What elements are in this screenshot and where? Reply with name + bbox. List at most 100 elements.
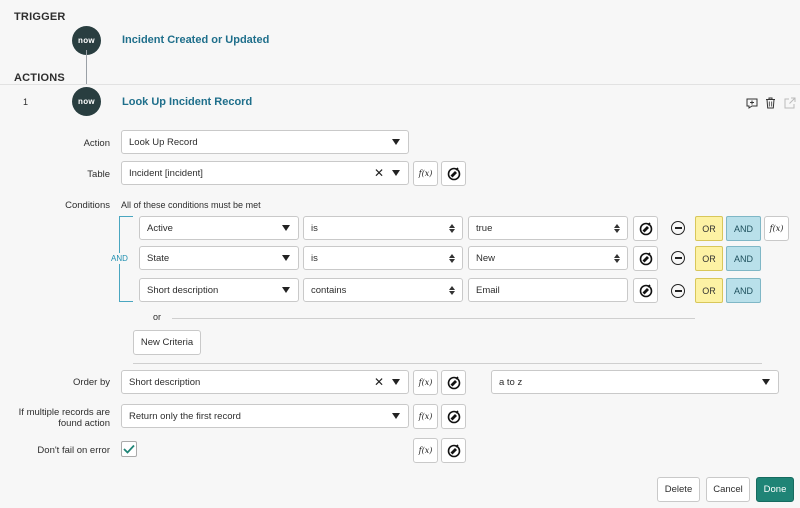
condition-data-pill-button[interactable] [633,246,658,271]
and-button[interactable]: AND [726,216,761,241]
multiple-records-value: Return only the first record [129,410,241,422]
servicenow-logo-icon: now [72,87,101,116]
chevron-down-icon [762,379,770,385]
table-label: Table [87,169,110,180]
or-button[interactable]: OR [695,216,723,241]
sort-direction-select[interactable]: a to z [491,370,779,394]
multiple-records-select[interactable]: Return only the first record [121,404,409,428]
condition-value-value: true [476,222,493,234]
condition-operator-select[interactable]: is [303,216,463,240]
chevron-down-icon [392,413,400,419]
new-criteria-button[interactable]: New Criteria [133,330,201,355]
condition-field-select[interactable]: State [139,246,299,270]
checkmark-icon [123,444,135,454]
add-comment-icon[interactable] [745,97,758,109]
or-button[interactable]: OR [695,246,723,271]
order-by-value: Short description [129,376,201,388]
dont-fail-data-pill-button[interactable] [441,438,466,463]
cancel-button[interactable]: Cancel [706,477,750,502]
order-by-label: Order by [73,377,110,388]
step-number: 1 [23,97,29,107]
table-select[interactable]: Incident [incident] ✕ [121,161,409,185]
condition-operator-select[interactable]: contains [303,278,463,302]
condition-value-value: New [476,252,496,264]
chevron-down-icon [282,287,290,293]
condition-value-input[interactable]: Email [468,278,628,302]
condition-value-value: Email [476,284,500,296]
action-select-value: Look Up Record [129,136,198,148]
condition-field-value: Short description [147,284,219,296]
chevron-down-icon [392,170,400,176]
condition-value-select[interactable]: true [468,216,628,240]
action-select[interactable]: Look Up Record [121,130,409,154]
trigger-badge-text: now [78,36,95,45]
updown-icon [448,223,456,233]
remove-condition-icon[interactable] [671,221,685,235]
table-data-pill-button[interactable] [441,161,466,186]
table-fx-button[interactable]: f(x) [413,161,438,186]
step-title[interactable]: Look Up Incident Record [122,96,252,108]
data-pill-icon [639,221,652,235]
data-pill-icon [447,375,460,389]
condition-value-select[interactable]: New [468,246,628,270]
order-by-fx-button[interactable]: f(x) [413,370,438,395]
conditions-summary: All of these conditions must be met [121,200,261,210]
or-button[interactable]: OR [695,278,723,303]
chevron-down-icon [282,255,290,261]
data-pill-icon [639,251,652,265]
clear-icon[interactable]: ✕ [374,167,384,179]
condition-operator-value: is [311,252,318,264]
updown-icon [448,285,456,295]
updown-icon [448,253,456,263]
condition-data-pill-button[interactable] [633,278,658,303]
chevron-down-icon [392,139,400,145]
condition-field-value: State [147,252,170,264]
condition-operator-value: is [311,222,318,234]
condition-fx-button[interactable]: f(x) [764,216,789,241]
done-button[interactable]: Done [756,477,794,502]
condition-data-pill-button[interactable] [633,216,658,241]
actions-section-label: ACTIONS [14,72,65,84]
data-pill-icon [639,283,652,297]
conditions-label: Conditions [65,200,110,211]
updown-icon [613,223,621,233]
action-label: Action [83,138,110,149]
dont-fail-label: Don't fail on error [37,445,110,456]
trash-icon[interactable] [764,97,777,109]
multiple-fx-button[interactable]: f(x) [413,404,438,429]
remove-condition-icon[interactable] [671,251,685,265]
updown-icon [613,253,621,263]
order-by-data-pill-button[interactable] [441,370,466,395]
delete-button[interactable]: Delete [657,477,700,502]
chevron-down-icon [392,379,400,385]
trigger-section-label: TRIGGER [14,11,66,23]
data-pill-icon [447,443,460,457]
chevron-down-icon [282,225,290,231]
conditions-join-label: AND [110,253,129,264]
data-pill-icon [447,409,460,423]
and-button[interactable]: AND [726,246,761,271]
condition-field-select[interactable]: Active [139,216,299,240]
data-pill-icon [447,166,460,180]
condition-field-value: Active [147,222,173,234]
or-divider-label: or [153,312,162,322]
dont-fail-fx-button[interactable]: f(x) [413,438,438,463]
clear-icon[interactable]: ✕ [374,376,384,388]
open-external-icon[interactable] [783,97,796,109]
step-badge-text: now [78,97,95,106]
and-button[interactable]: AND [726,278,761,303]
remove-condition-icon[interactable] [671,284,685,298]
multiple-data-pill-button[interactable] [441,404,466,429]
condition-operator-select[interactable]: is [303,246,463,270]
sort-direction-value: a to z [499,376,523,388]
dont-fail-checkbox[interactable] [121,441,137,457]
trigger-title[interactable]: Incident Created or Updated [122,34,269,46]
section-divider [133,363,762,364]
condition-operator-value: contains [311,284,347,296]
multiple-records-label: If multiple records are found action [18,407,110,429]
step-toolbar [745,97,796,109]
or-divider-line [172,318,695,319]
condition-field-select[interactable]: Short description [139,278,299,302]
order-by-select[interactable]: Short description ✕ [121,370,409,394]
table-select-value: Incident [incident] [129,167,203,179]
